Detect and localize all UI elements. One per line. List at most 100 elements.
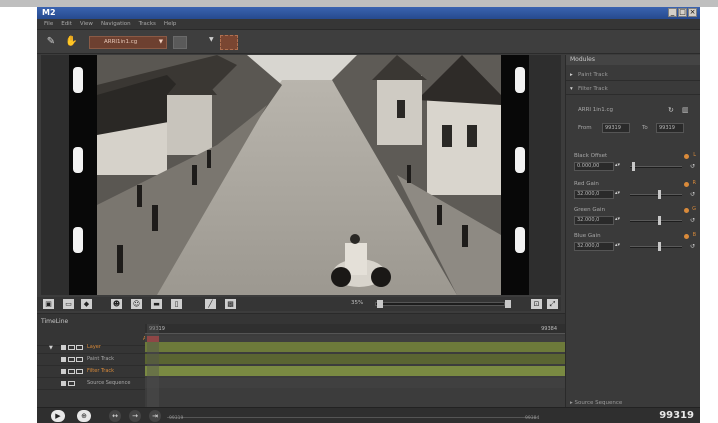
playhead[interactable] [147, 324, 159, 408]
group-icon[interactable]: ☺ [131, 299, 142, 309]
reset-icon[interactable]: ↺ [690, 163, 695, 170]
param-slider[interactable] [630, 166, 682, 168]
step-forward-button[interactable]: → [129, 410, 141, 422]
image-viewer[interactable] [41, 55, 561, 295]
play-button[interactable]: ▶ [51, 410, 65, 422]
lock-icon[interactable] [68, 357, 75, 362]
param-black-offset: Black Offset L 0.000,00 ▴▾ ↺ [574, 152, 699, 179]
split-view-icon[interactable]: ▬ [151, 299, 162, 309]
scrub-bar[interactable] [167, 412, 537, 418]
timeline-tracks-area[interactable]: 99319 99384 [145, 324, 565, 408]
lock-icon[interactable] [68, 381, 75, 386]
keyframe-dot-icon[interactable] [684, 154, 689, 159]
param-slider-handle[interactable] [658, 190, 661, 199]
menu-view[interactable]: View [80, 21, 93, 27]
reset-icon[interactable]: ↺ [690, 243, 695, 250]
reset-icon[interactable]: ↺ [690, 217, 695, 224]
fit-view-icon[interactable]: ▩ [225, 299, 236, 309]
visibility-icon[interactable] [61, 381, 66, 386]
param-slider[interactable] [630, 194, 682, 196]
trash-icon[interactable]: ▥ [682, 106, 689, 114]
sprocket-hole [515, 147, 525, 173]
chevron-down-icon: ▼ [158, 39, 163, 45]
sprocket-hole [73, 67, 83, 93]
fit-window-icon[interactable]: ⊡ [531, 299, 542, 309]
step-both-button[interactable]: ↔ [109, 410, 121, 422]
param-value-field[interactable]: 32.000,0 [574, 190, 614, 199]
brush-preset-button[interactable] [220, 35, 238, 50]
layer-clip[interactable] [145, 342, 565, 352]
from-field[interactable]: 99319 [602, 123, 630, 133]
visibility-icon[interactable] [61, 345, 66, 350]
person-icon[interactable]: ☻ [111, 299, 122, 309]
minimize-button[interactable]: _ [668, 8, 677, 17]
clip-selector[interactable]: ARRI1in1.cg ▼ [89, 36, 167, 49]
menu-tracks[interactable]: Tracks [139, 21, 156, 27]
track-row-layer[interactable]: ▼ Layer [37, 342, 145, 354]
expand-down-icon[interactable]: ▼ [49, 345, 53, 351]
filter-track-clip[interactable] [145, 366, 565, 376]
param-slider-handle[interactable] [632, 162, 635, 171]
solo-icon[interactable] [76, 369, 83, 374]
pen-tool-icon[interactable]: ✎ [45, 36, 57, 48]
zoom-button[interactable]: ⊕ [77, 410, 91, 422]
param-value-field[interactable]: 0.000,00 [574, 162, 614, 171]
visibility-icon[interactable] [61, 357, 66, 362]
module-filter-track[interactable]: ▾ Filter Track [566, 83, 700, 95]
solo-icon[interactable] [76, 345, 83, 350]
timeline-ruler[interactable]: 99319 99384 [145, 324, 565, 334]
timeline-panel: TimeLine AB ▼ Layer Paint Track [37, 313, 565, 408]
page-margin [0, 7, 17, 423]
reset-icon[interactable]: ↺ [690, 191, 695, 198]
paint-track-clip[interactable] [145, 354, 565, 364]
track-row-filter[interactable]: Filter Track [37, 366, 145, 378]
track-row-paint[interactable]: Paint Track [37, 354, 145, 366]
visibility-icon[interactable] [61, 369, 66, 374]
spinner-icon[interactable]: ▴▾ [615, 162, 620, 168]
menu-file[interactable]: File [44, 21, 53, 27]
menu-navigation[interactable]: Navigation [101, 21, 131, 27]
compare-icon[interactable]: ▯ [171, 299, 182, 309]
param-slider-handle[interactable] [658, 242, 661, 251]
param-value-field[interactable]: 32.000,0 [574, 216, 614, 225]
solo-icon[interactable] [76, 357, 83, 362]
fullscreen-icon[interactable]: ⤢ [547, 299, 558, 309]
color-swatch-button[interactable] [173, 36, 187, 49]
close-button[interactable]: × [688, 8, 697, 17]
refresh-icon[interactable]: ↻ [668, 106, 674, 114]
spinner-icon[interactable]: ▴▾ [615, 216, 620, 222]
param-slider[interactable] [630, 246, 682, 248]
color-picker-icon[interactable]: ◆ [81, 299, 92, 309]
spinner-icon[interactable]: ▴▾ [615, 242, 620, 248]
zoom-slider-handle-right[interactable] [505, 300, 511, 308]
menu-edit[interactable]: Edit [61, 21, 72, 27]
film-frame [69, 55, 529, 295]
expand-down-icon: ▾ [570, 86, 573, 92]
line-tool-icon[interactable]: ╱ [205, 299, 216, 309]
param-key: R [692, 180, 696, 186]
keyframe-dot-icon[interactable] [684, 234, 689, 239]
jump-end-button[interactable]: ⇥ [149, 410, 161, 422]
maximize-button[interactable]: □ [678, 8, 687, 17]
keyframe-dot-icon[interactable] [684, 182, 689, 187]
module-paint-track[interactable]: ▸ Paint Track [566, 69, 700, 81]
menu-help[interactable]: Help [164, 21, 177, 27]
zoom-slider-handle-left[interactable] [377, 300, 383, 308]
param-name: Red Gain [574, 181, 599, 187]
param-key: L [693, 152, 696, 158]
dropdown-arrow-icon[interactable]: ▼ [209, 36, 214, 43]
param-slider-handle[interactable] [658, 216, 661, 225]
param-value-field[interactable]: 32.000,0 [574, 242, 614, 251]
layer-icon[interactable]: ▣ [43, 299, 54, 309]
hand-tool-icon[interactable]: ✋ [65, 36, 77, 48]
to-field[interactable]: 99319 [656, 123, 684, 133]
app-window: M2 _ □ × File Edit View Navigation Track… [37, 7, 700, 423]
param-slider[interactable] [630, 220, 682, 222]
spinner-icon[interactable]: ▴▾ [615, 190, 620, 196]
keyframe-dot-icon[interactable] [684, 208, 689, 213]
lock-icon[interactable] [68, 345, 75, 350]
zoom-slider[interactable] [375, 302, 505, 306]
view-mode-icon[interactable]: ▭ [63, 299, 74, 309]
lock-icon[interactable] [68, 369, 75, 374]
track-row-source[interactable]: Source Sequence [37, 378, 145, 390]
